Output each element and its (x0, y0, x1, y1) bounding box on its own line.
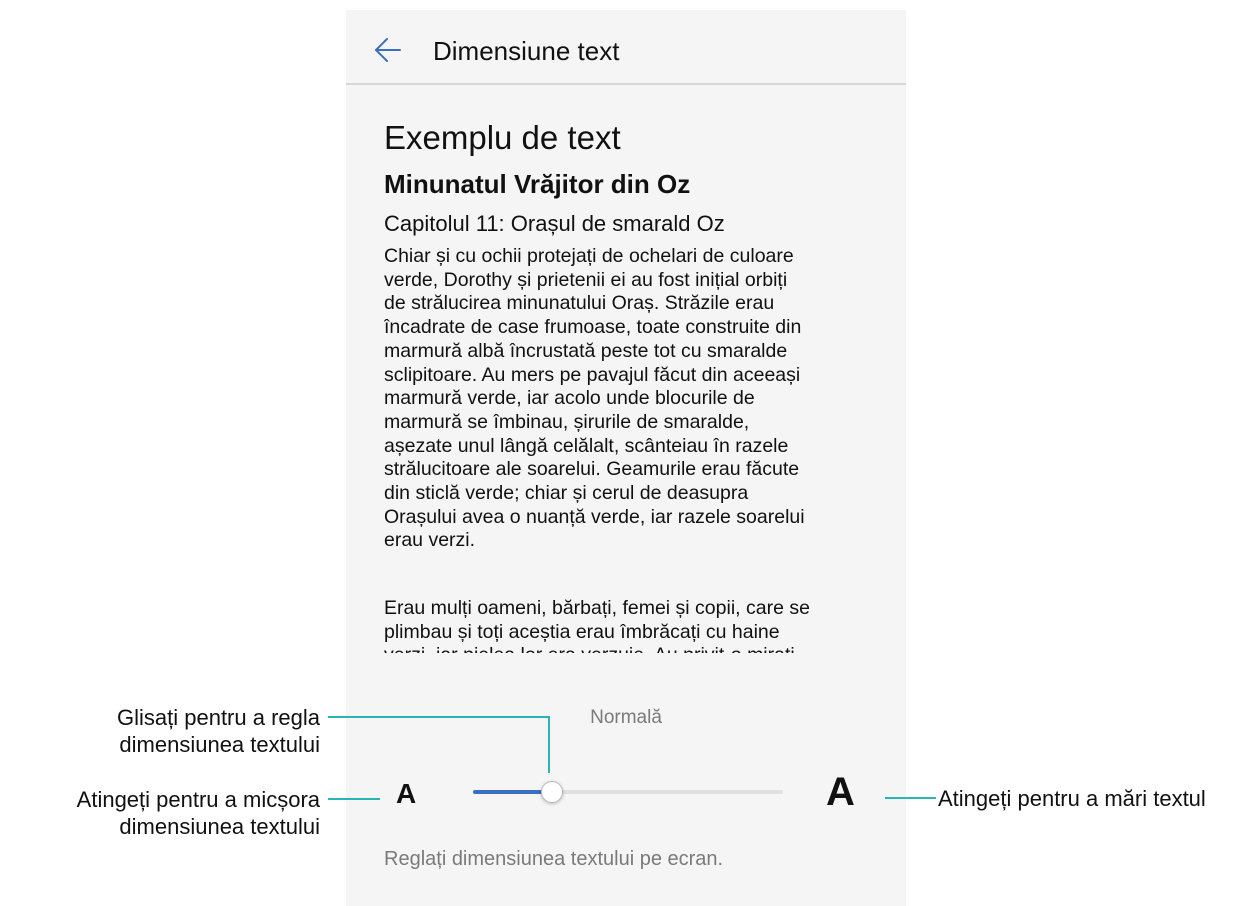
page-title: Dimensiune text (433, 36, 620, 66)
text-size-slider-track[interactable] (473, 790, 783, 794)
paragraph-line: marmură albă încrustată peste tot cu sma… (384, 339, 788, 362)
decrease-text-size-button[interactable]: A (396, 778, 416, 810)
paragraph-line: verde, Dorothy și prietenii ei au fost i… (384, 268, 788, 291)
paragraph-line: Orașului avea o nuanță verde, iar razele… (384, 505, 805, 528)
text-size-slider-fill (473, 790, 551, 794)
sample-paragraph-2: Erau mulți oameni, bărbați, femei și cop… (384, 597, 884, 653)
paragraph-line: marmură se îmbinau, șirurile de smaralde… (384, 410, 750, 433)
grow-callout: Atingeți pentru a mări textul (938, 785, 1206, 812)
text-size-slider-thumb[interactable] (541, 781, 563, 803)
callout-line: dimensiunea textului (119, 814, 320, 839)
paragraph-line: Erau mulți oameni, bărbați, femei și cop… (384, 597, 810, 619)
paragraph-line: din sticlă verde; chiar și cerul de deas… (384, 482, 749, 505)
slide-callout: Glisați pentru a regla dimensiunea textu… (117, 704, 320, 758)
paragraph-line: Chiar și cu ochii protejați de ochelari … (384, 245, 794, 267)
sample-heading: Exemplu de text (384, 119, 621, 156)
paragraph-line: verzi, iar pielea lor era verzuie. Au pr… (384, 644, 884, 653)
paragraph-line: de strălucirea minunatului Oraș. Străzil… (384, 292, 775, 315)
chapter-title: Capitolul 11: Orașul de smarald Oz (384, 211, 725, 236)
text-size-screen: Dimensiune text Exemplu de text Minunatu… (346, 10, 906, 906)
back-button[interactable] (364, 30, 404, 70)
arrow-left-icon (375, 38, 401, 62)
paragraph-line: marmură verde, iar acolo unde blocurile … (384, 387, 755, 410)
callout-line: Atingeți pentru a mări textul (938, 786, 1206, 811)
paragraph-line: sclipitoare. Au mers pe pavajul făcut di… (384, 363, 801, 386)
book-title: Minunatul Vrăjitor din Oz (384, 169, 691, 199)
sample-paragraph-1: Chiar și cu ochii protejați de ochelari … (384, 245, 884, 553)
shrink-callout: Atingeți pentru a micșora dimensiunea te… (77, 786, 320, 840)
increase-text-size-button[interactable]: A (826, 770, 855, 815)
current-size-label: Normală (590, 707, 662, 728)
screen-text-size-hint: Reglați dimensiunea textului pe ecran. (384, 848, 724, 870)
paragraph-line: plimbau și toți aceștia erau îmbrăcați c… (384, 620, 780, 643)
paragraph-line: încadrate de case frumoase, toate constr… (384, 316, 802, 339)
callout-line: dimensiunea textului (119, 732, 320, 757)
sample-text-preview[interactable]: Exemplu de text Minunatul Vrăjitor din O… (384, 85, 889, 653)
paragraph-line: așezate unul lângă celălalt, scânteiau î… (384, 434, 789, 457)
callout-line: Atingeți pentru a micșora (76, 787, 320, 812)
callout-line: Glisați pentru a regla (117, 705, 320, 730)
paragraph-line: strălucitoare ale soarelui. Geamurile er… (384, 458, 800, 481)
paragraph-line: erau verzi. (384, 529, 476, 552)
app-header: Dimensiune text (346, 10, 906, 85)
